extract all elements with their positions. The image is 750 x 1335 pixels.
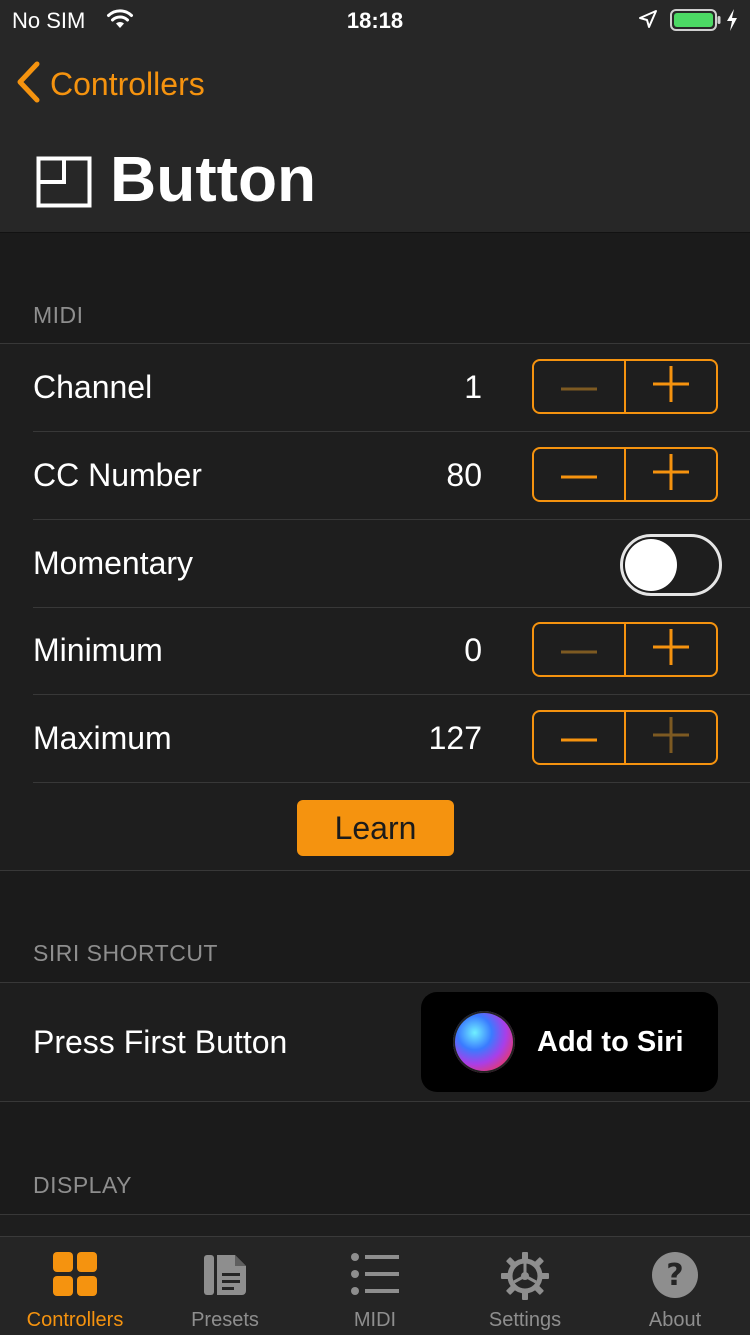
tab-controllers[interactable]: Controllers [0, 1237, 150, 1335]
maximum-label: Maximum [33, 720, 172, 756]
plus-icon [653, 629, 689, 670]
channel-label: Channel [33, 369, 153, 405]
maximum-stepper[interactable] [532, 710, 718, 765]
minimum-value: 0 [464, 632, 482, 668]
channel-increment-button[interactable] [624, 361, 716, 412]
list-icon [350, 1251, 400, 1302]
channel-row: Channel 1 [33, 344, 750, 432]
cc-number-increment-button[interactable] [624, 449, 716, 500]
tab-about[interactable]: ? About [600, 1237, 750, 1335]
minus-icon [561, 466, 597, 484]
section-header-midi: MIDI [33, 302, 84, 328]
momentary-row: Momentary [33, 520, 750, 608]
siri-shortcut-label: Press First Button [33, 1024, 288, 1060]
battery-icon [670, 9, 722, 36]
back-label: Controllers [50, 65, 205, 102]
question-icon: ? [651, 1251, 699, 1304]
tab-label: MIDI [353, 1309, 397, 1331]
tab-label: About [648, 1309, 702, 1331]
tab-midi[interactable]: MIDI [300, 1237, 450, 1335]
minimum-label: Minimum [33, 632, 163, 668]
minimum-row: Minimum 0 [33, 607, 750, 695]
cc-number-decrement-button[interactable] [534, 449, 624, 500]
minus-icon [561, 378, 597, 396]
tab-settings[interactable]: Settings [450, 1237, 600, 1335]
location-arrow-icon [638, 9, 658, 34]
tab-label: Controllers [26, 1309, 124, 1331]
tab-label: Presets [191, 1309, 259, 1331]
minimum-increment-button[interactable] [624, 624, 716, 675]
section-header-display: DISPLAY [33, 1172, 132, 1198]
siri-icon [453, 1011, 515, 1073]
maximum-row: Maximum 127 [33, 695, 750, 783]
cc-number-row: CC Number 80 [33, 432, 750, 520]
maximum-increment-button[interactable] [624, 712, 716, 763]
document-icon [201, 1251, 249, 1304]
plus-icon [653, 454, 689, 495]
navigation-bar: Controllers Button [0, 40, 750, 233]
button-controller-icon [36, 156, 92, 213]
minus-icon [561, 729, 597, 747]
add-to-siri-label: Add to Siri [537, 1026, 684, 1058]
toggle-knob [625, 539, 677, 591]
momentary-label: Momentary [33, 545, 194, 581]
maximum-value: 127 [428, 720, 482, 756]
cc-number-value: 80 [446, 457, 482, 493]
channel-stepper[interactable] [532, 359, 718, 414]
back-button[interactable]: Controllers [16, 61, 205, 108]
plus-icon [653, 366, 689, 407]
chevron-left-icon [16, 61, 40, 108]
minimum-decrement-button[interactable] [534, 624, 624, 675]
learn-button[interactable]: Learn [297, 800, 454, 856]
charging-bolt-icon [726, 8, 738, 37]
tab-label: Settings [488, 1309, 562, 1331]
grid-icon [52, 1251, 98, 1302]
maximum-decrement-button[interactable] [534, 712, 624, 763]
gear-icon [500, 1251, 550, 1306]
plus-icon [653, 717, 689, 758]
tab-presets[interactable]: Presets [150, 1237, 300, 1335]
svg-text:?: ? [666, 1258, 683, 1293]
channel-decrement-button[interactable] [534, 361, 624, 412]
minimum-stepper[interactable] [532, 622, 718, 677]
channel-value: 1 [464, 369, 482, 405]
midi-settings-group: Channel 1 CC Number 80 Momentary Minimum… [0, 343, 750, 871]
status-bar: No SIM 18:18 [0, 0, 750, 40]
section-header-siri-shortcut: SIRI SHORTCUT [33, 940, 218, 966]
cc-number-label: CC Number [33, 457, 202, 493]
add-to-siri-button[interactable]: Add to Siri [421, 992, 718, 1092]
cc-number-stepper[interactable] [532, 447, 718, 502]
minus-icon [561, 641, 597, 659]
momentary-toggle[interactable] [620, 534, 722, 596]
page-title: Button [110, 143, 317, 215]
tab-bar: Controllers Presets MIDI Settings ? Abou… [0, 1236, 750, 1335]
